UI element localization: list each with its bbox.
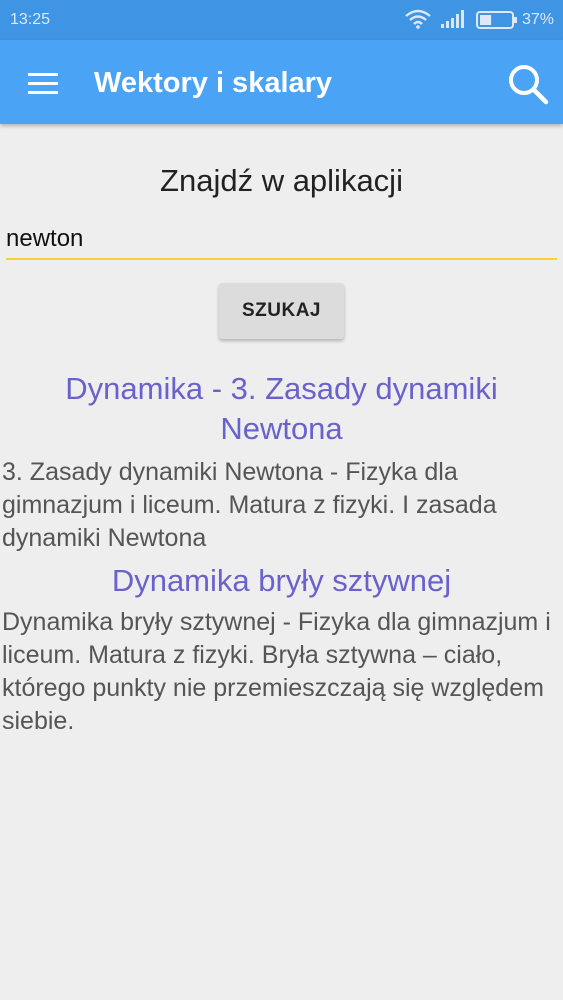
signal-icon: [441, 10, 467, 33]
battery-icon: [476, 11, 518, 34]
result-description: Dynamika bryły sztywnej - Fizyka dla gim…: [2, 608, 551, 735]
search-input[interactable]: [6, 220, 557, 260]
result-title[interactable]: Dynamika bryły sztywnej: [0, 561, 563, 601]
status-bar: 13:25 37%: [0, 0, 563, 40]
wifi-icon: [404, 9, 432, 34]
result-description: 3. Zasady dynamiki Newtona - Fizyka dla …: [2, 458, 497, 552]
status-time: 13:25: [10, 11, 51, 28]
app-title: Wektory i skalary: [94, 67, 333, 99]
result-title[interactable]: Dynamika - 3. Zasady dynamiki Newtona: [0, 369, 563, 449]
search-button[interactable]: SZUKAJ: [219, 283, 344, 339]
app-bar: Wektory i skalary: [0, 40, 563, 124]
battery-percent: 37%: [522, 11, 555, 28]
search-icon[interactable]: [504, 60, 552, 108]
search-heading: Znajdź w aplikacji: [160, 163, 403, 198]
hamburger-menu-icon[interactable]: [18, 64, 66, 104]
